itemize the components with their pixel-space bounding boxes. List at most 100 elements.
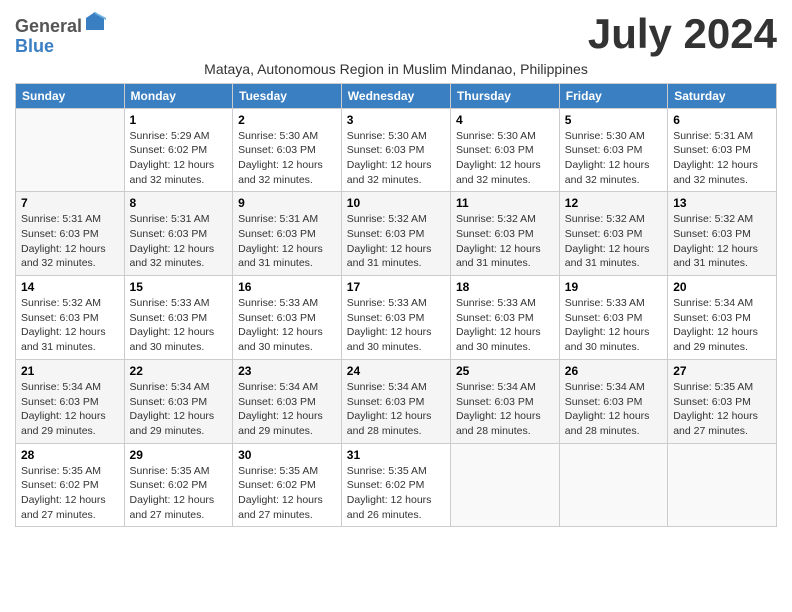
day-info: Sunrise: 5:31 AM Sunset: 6:03 PM Dayligh… (21, 212, 119, 271)
day-info: Sunrise: 5:33 AM Sunset: 6:03 PM Dayligh… (456, 296, 554, 355)
day-info: Sunrise: 5:34 AM Sunset: 6:03 PM Dayligh… (238, 380, 336, 439)
calendar-cell: 18 Sunrise: 5:33 AM Sunset: 6:03 PM Dayli… (450, 276, 559, 360)
day-number: 4 (456, 113, 554, 127)
day-info: Sunrise: 5:32 AM Sunset: 6:03 PM Dayligh… (21, 296, 119, 355)
day-info: Sunrise: 5:32 AM Sunset: 6:03 PM Dayligh… (673, 212, 771, 271)
day-number: 12 (565, 196, 662, 210)
day-info: Sunrise: 5:35 AM Sunset: 6:02 PM Dayligh… (347, 464, 445, 523)
calendar-cell: 29 Sunrise: 5:35 AM Sunset: 6:02 PM Dayli… (124, 443, 233, 527)
day-number: 15 (130, 280, 228, 294)
calendar-header-row: SundayMondayTuesdayWednesdayThursdayFrid… (16, 83, 777, 108)
day-info: Sunrise: 5:30 AM Sunset: 6:03 PM Dayligh… (565, 129, 662, 188)
week-row-2: 7 Sunrise: 5:31 AM Sunset: 6:03 PM Daylig… (16, 192, 777, 276)
day-info: Sunrise: 5:34 AM Sunset: 6:03 PM Dayligh… (130, 380, 228, 439)
calendar-cell (16, 108, 125, 192)
calendar-cell: 22 Sunrise: 5:34 AM Sunset: 6:03 PM Dayli… (124, 359, 233, 443)
day-number: 6 (673, 113, 771, 127)
calendar-body: 1 Sunrise: 5:29 AM Sunset: 6:02 PM Daylig… (16, 108, 777, 527)
day-info: Sunrise: 5:31 AM Sunset: 6:03 PM Dayligh… (673, 129, 771, 188)
calendar-cell: 28 Sunrise: 5:35 AM Sunset: 6:02 PM Dayli… (16, 443, 125, 527)
day-number: 21 (21, 364, 119, 378)
day-header-monday: Monday (124, 83, 233, 108)
logo: General Blue (15, 10, 106, 57)
calendar-cell: 12 Sunrise: 5:32 AM Sunset: 6:03 PM Dayli… (559, 192, 667, 276)
day-number: 28 (21, 448, 119, 462)
day-number: 2 (238, 113, 336, 127)
day-number: 31 (347, 448, 445, 462)
day-number: 14 (21, 280, 119, 294)
calendar-cell: 2 Sunrise: 5:30 AM Sunset: 6:03 PM Daylig… (233, 108, 342, 192)
day-number: 18 (456, 280, 554, 294)
day-info: Sunrise: 5:34 AM Sunset: 6:03 PM Dayligh… (565, 380, 662, 439)
day-info: Sunrise: 5:30 AM Sunset: 6:03 PM Dayligh… (456, 129, 554, 188)
day-info: Sunrise: 5:31 AM Sunset: 6:03 PM Dayligh… (130, 212, 228, 271)
day-number: 13 (673, 196, 771, 210)
day-number: 25 (456, 364, 554, 378)
day-info: Sunrise: 5:33 AM Sunset: 6:03 PM Dayligh… (565, 296, 662, 355)
day-header-thursday: Thursday (450, 83, 559, 108)
calendar-cell: 25 Sunrise: 5:34 AM Sunset: 6:03 PM Dayli… (450, 359, 559, 443)
calendar-cell: 3Sunrise: 5:30 AM Sunset: 6:03 PM Daylig… (341, 108, 450, 192)
calendar-cell: 10Sunrise: 5:32 AM Sunset: 6:03 PM Dayli… (341, 192, 450, 276)
calendar-cell: 24 Sunrise: 5:34 AM Sunset: 6:03 PM Dayli… (341, 359, 450, 443)
day-number: 17 (347, 280, 445, 294)
day-number: 1 (130, 113, 228, 127)
calendar-cell: 19Sunrise: 5:33 AM Sunset: 6:03 PM Dayli… (559, 276, 667, 360)
day-number: 11 (456, 196, 554, 210)
day-number: 16 (238, 280, 336, 294)
day-info: Sunrise: 5:34 AM Sunset: 6:03 PM Dayligh… (347, 380, 445, 439)
day-header-friday: Friday (559, 83, 667, 108)
day-number: 5 (565, 113, 662, 127)
logo-blue: Blue (15, 36, 54, 56)
day-number: 24 (347, 364, 445, 378)
week-row-5: 28 Sunrise: 5:35 AM Sunset: 6:02 PM Dayli… (16, 443, 777, 527)
day-info: Sunrise: 5:30 AM Sunset: 6:03 PM Dayligh… (347, 129, 445, 188)
day-info: Sunrise: 5:34 AM Sunset: 6:03 PM Dayligh… (456, 380, 554, 439)
calendar-cell: 20 Sunrise: 5:34 AM Sunset: 6:03 PM Dayli… (668, 276, 777, 360)
day-info: Sunrise: 5:34 AM Sunset: 6:03 PM Dayligh… (673, 296, 771, 355)
calendar-cell: 7 Sunrise: 5:31 AM Sunset: 6:03 PM Daylig… (16, 192, 125, 276)
day-number: 29 (130, 448, 228, 462)
day-header-tuesday: Tuesday (233, 83, 342, 108)
calendar-cell: 16 Sunrise: 5:33 AM Sunset: 6:03 PM Dayli… (233, 276, 342, 360)
calendar-table: SundayMondayTuesdayWednesdayThursdayFrid… (15, 83, 777, 528)
day-info: Sunrise: 5:33 AM Sunset: 6:03 PM Dayligh… (347, 296, 445, 355)
calendar-cell: 1 Sunrise: 5:29 AM Sunset: 6:02 PM Daylig… (124, 108, 233, 192)
day-info: Sunrise: 5:33 AM Sunset: 6:03 PM Dayligh… (238, 296, 336, 355)
calendar-subtitle: Mataya, Autonomous Region in Muslim Mind… (15, 61, 777, 77)
calendar-cell: 8Sunrise: 5:31 AM Sunset: 6:03 PM Daylig… (124, 192, 233, 276)
day-info: Sunrise: 5:35 AM Sunset: 6:02 PM Dayligh… (21, 464, 119, 523)
day-info: Sunrise: 5:32 AM Sunset: 6:03 PM Dayligh… (347, 212, 445, 271)
day-number: 22 (130, 364, 228, 378)
calendar-cell (668, 443, 777, 527)
calendar-cell: 31 Sunrise: 5:35 AM Sunset: 6:02 PM Dayli… (341, 443, 450, 527)
calendar-cell: 30 Sunrise: 5:35 AM Sunset: 6:02 PM Dayli… (233, 443, 342, 527)
calendar-cell: 14 Sunrise: 5:32 AM Sunset: 6:03 PM Dayli… (16, 276, 125, 360)
day-number: 27 (673, 364, 771, 378)
calendar-cell (559, 443, 667, 527)
day-number: 23 (238, 364, 336, 378)
day-number: 7 (21, 196, 119, 210)
day-info: Sunrise: 5:32 AM Sunset: 6:03 PM Dayligh… (456, 212, 554, 271)
day-info: Sunrise: 5:31 AM Sunset: 6:03 PM Dayligh… (238, 212, 336, 271)
day-info: Sunrise: 5:30 AM Sunset: 6:03 PM Dayligh… (238, 129, 336, 188)
calendar-cell: 26 Sunrise: 5:34 AM Sunset: 6:03 PM Dayli… (559, 359, 667, 443)
day-info: Sunrise: 5:35 AM Sunset: 6:03 PM Dayligh… (673, 380, 771, 439)
day-info: Sunrise: 5:35 AM Sunset: 6:02 PM Dayligh… (238, 464, 336, 523)
day-info: Sunrise: 5:34 AM Sunset: 6:03 PM Dayligh… (21, 380, 119, 439)
logo-general: General (15, 16, 82, 36)
day-info: Sunrise: 5:29 AM Sunset: 6:02 PM Dayligh… (130, 129, 228, 188)
day-info: Sunrise: 5:32 AM Sunset: 6:03 PM Dayligh… (565, 212, 662, 271)
day-number: 26 (565, 364, 662, 378)
day-number: 20 (673, 280, 771, 294)
day-number: 9 (238, 196, 336, 210)
calendar-cell: 4 Sunrise: 5:30 AM Sunset: 6:03 PM Daylig… (450, 108, 559, 192)
day-info: Sunrise: 5:35 AM Sunset: 6:02 PM Dayligh… (130, 464, 228, 523)
calendar-cell: 6 Sunrise: 5:31 AM Sunset: 6:03 PM Daylig… (668, 108, 777, 192)
day-header-sunday: Sunday (16, 83, 125, 108)
day-number: 30 (238, 448, 336, 462)
week-row-4: 21 Sunrise: 5:34 AM Sunset: 6:03 PM Dayli… (16, 359, 777, 443)
calendar-cell: 13 Sunrise: 5:32 AM Sunset: 6:03 PM Dayli… (668, 192, 777, 276)
calendar-cell: 17 Sunrise: 5:33 AM Sunset: 6:03 PM Dayli… (341, 276, 450, 360)
logo-icon (84, 10, 106, 32)
